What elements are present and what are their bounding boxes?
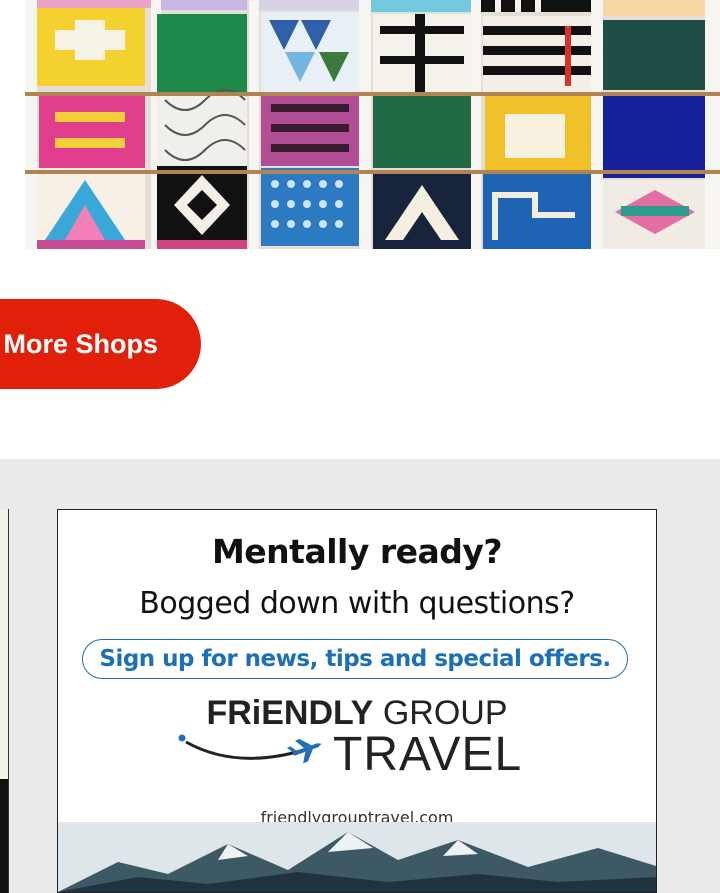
brand-travel-word: TRAVEL [333,728,523,781]
mountain-landscape-image [58,822,656,892]
explore-more-shops-button[interactable]: Explore More Shops [0,299,201,389]
ad-signup-cta[interactable]: Sign up for news, tips and special offer… [82,639,628,679]
airplane-swoosh-icon [178,734,322,764]
page: Explore More Shops Mentally ready? Bogge… [0,0,720,893]
travel-ad[interactable]: Mentally ready? Bogged down with questio… [57,509,657,893]
left-ad-edge[interactable] [0,509,9,893]
pillow-grid-image [25,0,720,249]
ad-headline: Mentally ready? [211,532,503,571]
ad-subheadline: Bogged down with questions? [139,586,575,621]
left-ad-dark-region [0,779,8,893]
pillow-shelves-image[interactable] [25,0,720,249]
